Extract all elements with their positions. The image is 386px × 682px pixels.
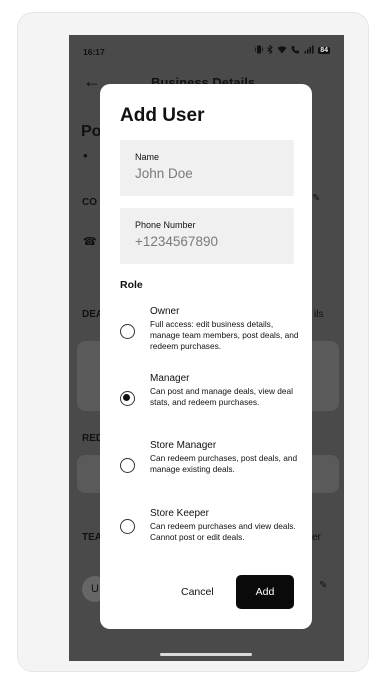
signal-icon [304,45,314,56]
background-edit-icon: ✎ [312,193,321,204]
role-radio-owner[interactable] [120,324,135,339]
add-button[interactable]: Add [236,575,294,609]
status-bar: 16:17 84 [69,35,344,63]
background-contact-heading: CO [82,197,97,208]
background-team-edit-icon: ✎ [319,580,328,591]
wifi-icon [277,45,287,56]
background-phone-icon: ☎ [83,236,97,248]
role-description-manager: Can post and manage deals, view deal sta… [150,386,293,408]
background-team-link: er [312,532,321,543]
back-arrow-icon[interactable]: ← [83,71,101,92]
role-name-owner: Owner [150,306,180,317]
location-pin-icon: ● [83,151,88,160]
home-indicator[interactable] [160,653,252,656]
status-icons: 84 [255,44,330,56]
cancel-button[interactable]: Cancel [181,586,214,598]
name-field[interactable]: Name John Doe [120,140,294,196]
name-field-label: Name [135,152,160,162]
role-description-store-manager: Can redeem purchases, post deals, and ma… [150,453,298,475]
role-description-store-keeper: Can redeem purchases and view deals. Can… [150,521,296,543]
role-name-store-keeper: Store Keeper [150,508,209,519]
phone-number-field[interactable]: Phone Number +1234567890 [120,208,294,264]
status-time: 16:17 [83,47,105,57]
vibrate-icon [255,45,264,56]
name-input[interactable]: John Doe [135,166,193,181]
role-section-title: Role [120,279,143,291]
role-radio-manager[interactable] [120,391,135,406]
add-user-dialog: Add User Name John Doe Phone Number +123… [100,84,312,629]
role-description-owner: Full access: edit business details, mana… [150,319,299,352]
role-radio-store-manager[interactable] [120,458,135,473]
call-icon [291,45,300,56]
background-business-name: Po [81,123,102,140]
role-name-store-manager: Store Manager [150,440,217,451]
bluetooth-icon [267,44,273,56]
dialog-title: Add User [120,105,205,126]
role-name-manager: Manager [150,373,190,384]
phone-field-label: Phone Number [135,220,196,230]
phone-input[interactable]: +1234567890 [135,234,218,249]
background-team-heading: TEA [82,532,102,543]
battery-indicator: 84 [318,47,330,54]
background-deals-link: ils [314,309,324,320]
role-radio-store-keeper[interactable] [120,519,135,534]
